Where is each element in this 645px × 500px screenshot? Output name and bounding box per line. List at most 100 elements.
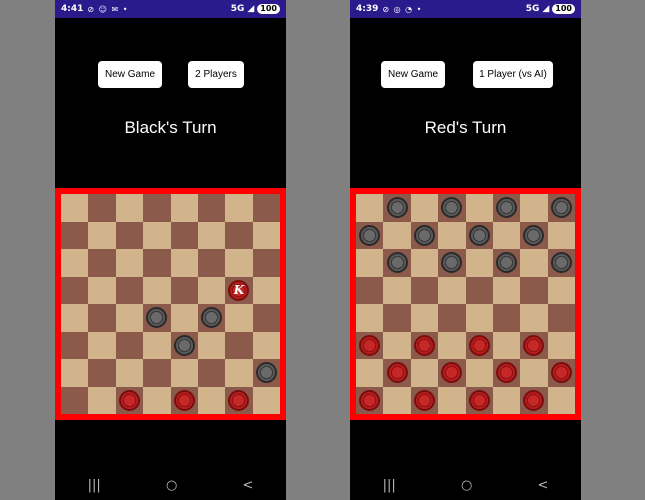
board-square[interactable] <box>252 304 280 332</box>
board-square[interactable] <box>547 221 575 249</box>
board-square[interactable] <box>88 276 116 304</box>
red-piece[interactable] <box>173 389 195 411</box>
board-square[interactable] <box>438 359 466 387</box>
black-piece[interactable] <box>496 197 518 219</box>
board-square[interactable] <box>438 276 466 304</box>
board-square[interactable] <box>520 221 548 249</box>
red-piece[interactable] <box>118 389 140 411</box>
board-square[interactable] <box>61 359 89 387</box>
red-piece[interactable] <box>413 389 435 411</box>
board-square[interactable] <box>170 249 198 277</box>
board-square[interactable] <box>252 194 280 222</box>
board-square[interactable] <box>225 386 253 414</box>
new-game-button[interactable]: New Game <box>381 61 445 88</box>
board-square[interactable] <box>356 304 384 332</box>
board-square[interactable] <box>115 221 144 249</box>
board-square[interactable] <box>170 276 198 304</box>
back-icon[interactable]: < <box>537 478 548 493</box>
board-square[interactable] <box>520 304 548 332</box>
board-square[interactable] <box>252 221 280 249</box>
board-square[interactable] <box>225 359 253 387</box>
board-square[interactable] <box>61 304 89 332</box>
board-square[interactable] <box>170 359 198 387</box>
board-square[interactable] <box>520 194 548 222</box>
board-square[interactable] <box>547 386 575 414</box>
back-icon[interactable]: < <box>242 478 253 493</box>
board-square[interactable] <box>61 249 89 277</box>
board-square[interactable] <box>170 221 198 249</box>
board-square[interactable] <box>410 194 439 222</box>
board-square[interactable] <box>520 359 548 387</box>
board-square[interactable] <box>465 276 493 304</box>
board-square[interactable] <box>383 304 411 332</box>
board-square[interactable] <box>410 221 439 249</box>
black-piece[interactable] <box>255 362 277 384</box>
board-square[interactable] <box>383 221 411 249</box>
board-square[interactable] <box>438 194 466 222</box>
home-icon[interactable]: ○ <box>461 478 472 493</box>
board-square[interactable] <box>61 276 89 304</box>
board-square[interactable] <box>115 386 144 414</box>
board-square[interactable] <box>143 386 171 414</box>
board-square[interactable] <box>520 331 548 359</box>
board-square[interactable] <box>88 386 116 414</box>
board-square[interactable] <box>197 194 226 222</box>
board-square[interactable] <box>465 331 493 359</box>
new-game-button[interactable]: New Game <box>98 61 162 88</box>
board-square[interactable] <box>143 221 171 249</box>
board-square[interactable] <box>356 194 384 222</box>
board-square[interactable] <box>438 304 466 332</box>
black-piece[interactable] <box>441 252 463 274</box>
board-square[interactable] <box>465 249 493 277</box>
board-square[interactable] <box>547 331 575 359</box>
board-square[interactable] <box>88 221 116 249</box>
mode-button[interactable]: 2 Players <box>188 61 244 88</box>
red-piece-king[interactable]: K <box>228 279 250 301</box>
board-square[interactable] <box>356 249 384 277</box>
board-square[interactable] <box>61 194 89 222</box>
board-square[interactable] <box>252 249 280 277</box>
board-square[interactable] <box>465 386 493 414</box>
mode-button[interactable]: 1 Player (vs AI) <box>473 61 553 88</box>
board-square[interactable] <box>547 276 575 304</box>
board-square[interactable] <box>383 331 411 359</box>
black-piece[interactable] <box>550 197 572 219</box>
board-square[interactable] <box>170 304 198 332</box>
board-square[interactable] <box>252 276 280 304</box>
black-piece[interactable] <box>146 307 168 329</box>
board-square[interactable] <box>410 304 439 332</box>
board-square[interactable] <box>492 249 521 277</box>
black-piece[interactable] <box>523 224 545 246</box>
board-square[interactable] <box>356 276 384 304</box>
board-square[interactable] <box>492 386 521 414</box>
board-square[interactable] <box>520 276 548 304</box>
red-piece[interactable] <box>550 362 572 384</box>
board-square[interactable] <box>465 304 493 332</box>
board-square[interactable] <box>465 221 493 249</box>
black-piece[interactable] <box>201 307 223 329</box>
board-square[interactable] <box>88 304 116 332</box>
board-square[interactable] <box>410 359 439 387</box>
board-square[interactable] <box>383 386 411 414</box>
board-square[interactable] <box>61 386 89 414</box>
red-piece[interactable] <box>228 389 250 411</box>
board-square[interactable] <box>492 276 521 304</box>
board-square[interactable] <box>410 249 439 277</box>
board-square[interactable] <box>438 331 466 359</box>
board-square[interactable]: K <box>225 276 253 304</box>
board-square[interactable] <box>410 331 439 359</box>
board-square[interactable] <box>115 194 144 222</box>
board-square[interactable] <box>61 331 89 359</box>
board-square[interactable] <box>383 194 411 222</box>
board-square[interactable] <box>410 386 439 414</box>
red-piece[interactable] <box>523 334 545 356</box>
board-square[interactable] <box>252 331 280 359</box>
red-piece[interactable] <box>441 362 463 384</box>
board-square[interactable] <box>492 331 521 359</box>
home-icon[interactable]: ○ <box>166 478 177 493</box>
board-square[interactable] <box>197 276 226 304</box>
red-piece[interactable] <box>359 334 381 356</box>
board-square[interactable] <box>88 194 116 222</box>
board-square[interactable] <box>170 194 198 222</box>
board-square[interactable] <box>410 276 439 304</box>
